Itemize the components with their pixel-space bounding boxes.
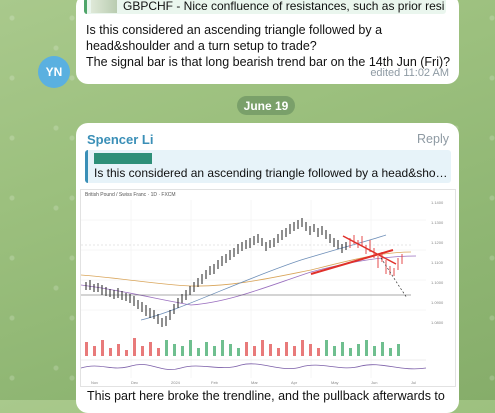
svg-text:1.1100: 1.1100 (431, 260, 444, 265)
message-timestamp: edited 11:02 AM (370, 67, 449, 79)
svg-text:Mar: Mar (251, 380, 259, 385)
svg-text:1.0900: 1.0900 (431, 300, 444, 305)
svg-text:1.1200: 1.1200 (431, 240, 444, 245)
svg-text:1.1300: 1.1300 (431, 220, 444, 225)
svg-text:Jul: Jul (411, 380, 416, 385)
candles (85, 218, 403, 327)
quoted-message-text: Is this considered an ascending triangle… (94, 166, 448, 180)
svg-text:May: May (331, 380, 339, 385)
svg-text:Feb: Feb (211, 380, 219, 385)
date-separator: June 19 (237, 96, 295, 115)
projection-line (380, 257, 408, 299)
reply-button[interactable]: Reply (417, 132, 449, 146)
message-line: head&shoulder and a turn setup to trade? (86, 39, 317, 53)
svg-text:Dec: Dec (131, 380, 138, 385)
svg-text:Nov: Nov (91, 380, 98, 385)
avatar[interactable]: YN (38, 56, 70, 88)
price-chart-image: 1.1400 1.1300 1.1200 1.1100 1.1000 1.0900 1… (80, 200, 444, 385)
volume-bars (85, 338, 400, 356)
date-axis: Nov Dec 2024 Feb Mar Apr May Jun Jul (91, 380, 416, 385)
message-bubble[interactable]: Spencer Li Reply Is this considered an a… (76, 123, 459, 413)
svg-text:Apr: Apr (291, 380, 298, 385)
svg-text:Jun: Jun (371, 380, 377, 385)
svg-text:2024: 2024 (171, 380, 181, 385)
message-line: Is this considered an ascending triangle… (86, 23, 383, 37)
message-text: Is this considered an ascending triangle… (86, 22, 451, 70)
chart-title: British Pound / Swiss Franc · 1D · FXCM (85, 192, 176, 198)
quoted-sender-redacted (94, 153, 152, 164)
oscillator-line (80, 363, 427, 370)
quoted-message-text: GBPCHF - Nice confluence of resistances,… (123, 0, 446, 13)
message-text: This part here broke the trendline, and … (87, 389, 445, 403)
svg-text:1.1000: 1.1000 (431, 280, 444, 285)
svg-text:1.0800: 1.0800 (431, 320, 444, 325)
svg-text:1.1400: 1.1400 (431, 200, 444, 205)
message-bubble[interactable]: GBPCHF - Nice confluence of resistances,… (76, 0, 459, 84)
quoted-message[interactable]: Is this considered an ascending triangle… (85, 150, 451, 183)
quoted-message[interactable]: GBPCHF - Nice confluence of resistances,… (84, 0, 446, 14)
chart-screenshot[interactable]: British Pound / Swiss Franc · 1D · FXCM … (80, 189, 456, 387)
sender-name[interactable]: Spencer Li (87, 132, 153, 147)
quote-thumbnail (91, 0, 117, 13)
price-axis: 1.1400 1.1300 1.1200 1.1100 1.1000 1.0900 1… (431, 200, 444, 325)
